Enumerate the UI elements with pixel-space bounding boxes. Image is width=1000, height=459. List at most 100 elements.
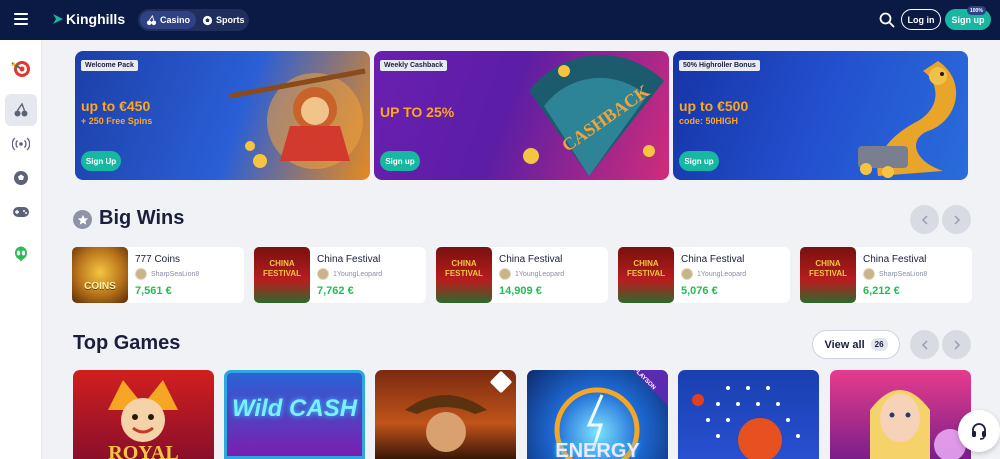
win-username: 1YoungLeopard (515, 270, 565, 278)
avatar (317, 268, 329, 280)
big-wins-next-button[interactable] (942, 205, 971, 234)
mode-switch: Casino Sports (138, 9, 249, 31)
banner-tag: Welcome Pack (81, 60, 138, 71)
game-tile-book-of-ra[interactable] (375, 370, 516, 459)
sidebar-item-alien[interactable] (5, 238, 37, 270)
win-amount: 14,909 € (499, 285, 542, 297)
game-thumbnail: CHINA FESTIVAL (618, 247, 674, 303)
game-tile-wild-cash[interactable]: Wild CASH (224, 370, 365, 459)
top-games-title: Top Games (73, 332, 181, 354)
top-games-prev-button[interactable] (910, 330, 939, 359)
top-games-next-button[interactable] (942, 330, 971, 359)
soccer-ball-icon (202, 15, 213, 25)
game-tile-plinko[interactable] (678, 370, 819, 459)
game-tile-royal-joker[interactable]: ROYAL (73, 370, 214, 459)
view-all-button[interactable]: View all 26 (812, 330, 900, 359)
win-user: SharpSeaLion8 (135, 268, 199, 280)
win-username: 1YoungLeopard (333, 270, 383, 278)
view-all-label: View all (824, 338, 865, 351)
win-username: 1YoungLeopard (697, 270, 747, 278)
win-user: 1YoungLeopard (317, 268, 382, 280)
banner-signup-button[interactable]: Sign Up (81, 151, 121, 171)
brand-logo[interactable]: Kinghills (52, 11, 125, 27)
win-game-name: 777 Coins (135, 254, 181, 265)
win-amount: 7,561 € (135, 285, 172, 297)
explorer-art (405, 371, 512, 452)
search-icon[interactable] (879, 12, 895, 28)
soccer-ball-icon (14, 171, 28, 185)
big-win-card[interactable]: CHINA FESTIVAL China Festival 1YoungLeop… (618, 247, 790, 303)
avatar (681, 268, 693, 280)
promo-banner-highroller[interactable]: 50% Highroller Bonus up to €500 code: 50… (673, 51, 968, 180)
support-chat-button[interactable] (958, 410, 1000, 452)
casino-tab[interactable]: Casino (140, 11, 197, 29)
game-thumbnail: CHINA FESTIVAL (800, 247, 856, 303)
banner-tag: 50% Highroller Bonus (679, 60, 760, 71)
win-username: SharpSeaLion8 (879, 270, 928, 278)
games-count-badge: 26 (870, 338, 888, 351)
logo-mark-icon (53, 14, 63, 24)
signup-bonus-badge: 100% (967, 6, 986, 15)
banner-headline: up to €450 (81, 98, 151, 114)
sports-tab-label: Sports (216, 15, 245, 25)
game-thumbnail: CHINA FESTIVAL (254, 247, 310, 303)
wheel-of-fortune-icon (11, 61, 30, 77)
promo-banner-welcome[interactable]: Welcome Pack up to €450 + 250 Free Spins… (75, 51, 370, 180)
banner-headline: up to €500 (679, 98, 749, 114)
thumbnail-text: CHINA FESTIVAL (262, 259, 302, 278)
big-win-card[interactable]: COINS 777 Coins SharpSeaLion8 7,561 € (72, 247, 244, 303)
gamepad-icon (13, 207, 29, 217)
alien-icon (15, 246, 27, 262)
monkey-king-art (229, 68, 366, 169)
thumbnail-text: CHINA FESTIVAL (444, 259, 484, 278)
cherry-icon (146, 14, 157, 25)
thumbnail-text: CHINA FESTIVAL (808, 259, 848, 278)
game-thumbnail: CHINA FESTIVAL (436, 247, 492, 303)
big-win-card[interactable]: CHINA FESTIVAL China Festival SharpSeaLi… (800, 247, 972, 303)
sidebar-item-games[interactable] (5, 196, 37, 228)
sidebar-item-live[interactable] (5, 128, 37, 160)
login-button[interactable]: Log in (901, 9, 941, 30)
promo-banner-cashback[interactable]: CASHBACK Weekly Cashback UP TO 25% Sign … (374, 51, 669, 180)
banner-signup-button[interactable]: Sign up (380, 151, 420, 171)
game-tile-energy[interactable]: PLAYSON ENERGY (527, 370, 668, 459)
thumbnail-text: CHINA FESTIVAL (626, 259, 666, 278)
banner-tag: Weekly Cashback (380, 60, 448, 71)
win-username: SharpSeaLion8 (151, 270, 200, 278)
win-user: SharpSeaLion8 (863, 268, 927, 280)
lady-art (870, 390, 966, 459)
win-amount: 6,212 € (863, 285, 900, 297)
avatar (135, 268, 147, 280)
banner-subline: code: 50HIGH (679, 116, 739, 126)
big-wins-prev-button[interactable] (910, 205, 939, 234)
big-win-card[interactable]: CHINA FESTIVAL China Festival 1YoungLeop… (254, 247, 426, 303)
avatar (863, 268, 875, 280)
sidebar-item-sports[interactable] (5, 162, 37, 194)
chevron-right-icon (953, 214, 960, 225)
avatar (499, 268, 511, 280)
tile-art-text: ENERGY (555, 440, 640, 459)
win-game-name: China Festival (681, 254, 745, 265)
menu-icon[interactable] (14, 13, 28, 25)
win-amount: 7,762 € (317, 285, 354, 297)
tile-art-text: Wild CASH (231, 395, 358, 422)
big-win-card[interactable]: CHINA FESTIVAL China Festival 1YoungLeop… (436, 247, 608, 303)
win-user: 1YoungLeopard (499, 268, 564, 280)
sidebar-item-wheel[interactable] (5, 52, 37, 84)
win-user: 1YoungLeopard (681, 268, 746, 280)
chevron-right-icon (953, 339, 960, 350)
banner-headline: UP TO 25% (380, 104, 455, 120)
game-tile-lucky-lady[interactable] (830, 370, 971, 459)
headset-icon (972, 423, 986, 440)
cashback-fan-art: CASHBACK (523, 55, 664, 177)
win-game-name: China Festival (863, 254, 927, 265)
banner-signup-button[interactable]: Sign up (679, 151, 719, 171)
sidebar-item-casino[interactable] (5, 94, 37, 126)
sports-tab[interactable]: Sports (196, 11, 251, 29)
star-icon (73, 210, 92, 229)
game-thumbnail: COINS (72, 247, 128, 303)
win-game-name: China Festival (499, 254, 563, 265)
win-game-name: China Festival (317, 254, 381, 265)
chevron-left-icon (921, 339, 928, 350)
thumbnail-text: COINS (84, 281, 116, 292)
